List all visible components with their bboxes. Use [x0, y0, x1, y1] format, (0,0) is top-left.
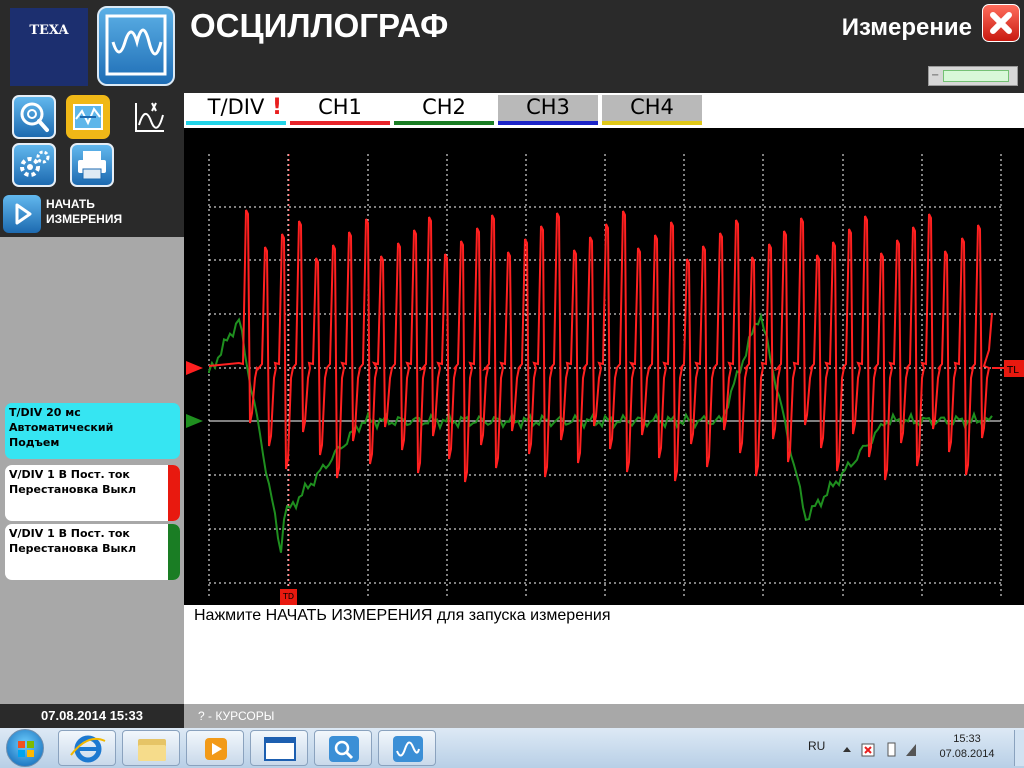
tray-clock[interactable]: 15:33 07.08.2014 — [924, 732, 1010, 762]
sidebar: НАЧАТЬ ИЗМЕРЕНИЯ T/DIV 20 мс Автоматичес… — [0, 93, 184, 704]
taskbar-ie-button[interactable] — [58, 730, 116, 766]
measure-tool-button[interactable] — [128, 95, 172, 139]
tab-ch1-label: CH1 — [318, 95, 362, 119]
gear-icon — [20, 150, 50, 177]
ch2-offset-marker[interactable] — [186, 414, 203, 428]
tab-underline — [498, 121, 598, 125]
ch2-color-stripe — [168, 524, 180, 580]
timebase-value: T/DIV 20 мс — [9, 406, 81, 419]
tab-tdiv[interactable]: T/DIV ! — [186, 95, 286, 125]
tab-underline — [186, 121, 286, 125]
printer-icon — [78, 151, 106, 180]
status-message: Нажмите НАЧАТЬ ИЗМЕРЕНИЯ для запуска изм… — [194, 607, 611, 624]
app-header: TEXA ОСЦИЛЛОГРАФ Измерение − — [0, 0, 1024, 93]
ch1-color-stripe — [168, 465, 180, 521]
measure-chart-icon — [135, 102, 164, 132]
taskbar-oscilloscope-button[interactable] — [378, 730, 436, 766]
level-slider-fill — [943, 70, 1009, 82]
tool-row-main — [0, 93, 184, 141]
windows-taskbar: RU 15:33 07.08.2014 — [0, 728, 1024, 768]
oscilloscope-app-icon — [97, 6, 175, 86]
tab-underline — [602, 121, 702, 125]
taskbar-media-player-button[interactable] — [186, 730, 244, 766]
start-measurement-button[interactable]: НАЧАТЬ ИЗМЕРЕНИЯ — [0, 189, 184, 237]
start-measurement-label: НАЧАТЬ ИЗМЕРЕНИЯ — [46, 197, 122, 227]
trigger-delay-marker[interactable]: TD — [280, 589, 297, 605]
cursors-hint: ? - КУРСОРЫ — [198, 709, 275, 723]
tab-tdiv-label: T/DIV — [207, 95, 265, 119]
play-icon — [3, 195, 41, 233]
start-label-line1: НАЧАТЬ — [46, 197, 95, 211]
ch1-trace — [208, 209, 993, 483]
minus-icon: − — [931, 70, 940, 81]
tab-ch2-label: CH2 — [422, 95, 466, 119]
datetime-display: 07.08.2014 15:33 — [0, 704, 184, 728]
texa-logo-text: TEXA — [29, 23, 69, 38]
ch1-card[interactable]: V/DIV 1 В Пост. ток Перестановка Выкл — [5, 465, 180, 521]
app-title: ОСЦИЛЛОГРАФ — [190, 7, 449, 44]
tab-underline — [394, 121, 494, 125]
windows-start-button[interactable] — [6, 729, 44, 767]
ch1-invert: Перестановка Выкл — [9, 483, 137, 496]
tab-ch4[interactable]: CH4 — [602, 95, 702, 125]
level-slider[interactable]: − — [928, 66, 1018, 86]
trigger-level-label: TL — [1006, 365, 1019, 376]
magnifier-icon — [20, 102, 49, 132]
trigger-mode: Автоматический — [9, 421, 114, 434]
oscilloscope-display[interactable]: TL — [184, 128, 1024, 605]
taskbar-explorer-button[interactable] — [122, 730, 180, 766]
language-indicator[interactable]: RU — [808, 739, 825, 753]
show-desktop-button[interactable] — [1014, 730, 1024, 766]
channel-tabs: T/DIV ! CH1 CH2 CH3 CH4 — [184, 93, 1024, 128]
tray-date: 07.08.2014 — [939, 748, 995, 760]
start-label-line2: ИЗМЕРЕНИЯ — [46, 212, 123, 226]
ch1-vdiv: V/DIV 1 В Пост. ток — [9, 468, 130, 481]
ch2-trace — [208, 312, 993, 553]
status-bar: ? - КУРСОРЫ — [184, 704, 1024, 728]
ie-icon — [70, 735, 106, 763]
texa-diagnostic-icon — [329, 736, 359, 762]
taskbar-window-button[interactable] — [250, 730, 308, 766]
timebase-card[interactable]: T/DIV 20 мс Автоматический Подъем — [5, 403, 180, 459]
waveform-tool-button[interactable] — [66, 95, 110, 139]
close-icon — [990, 12, 1012, 34]
window-icon — [264, 737, 296, 761]
oscilloscope-app-icon — [393, 736, 423, 762]
message-panel: Нажмите НАЧАТЬ ИЗМЕРЕНИЯ для запуска изм… — [184, 605, 1024, 704]
trigger-delay-label: TD — [282, 592, 295, 601]
tab-ch2[interactable]: CH2 — [394, 95, 494, 125]
ch2-card[interactable]: V/DIV 1 В Пост. ток Перестановка Выкл — [5, 524, 180, 580]
waveform-icon — [73, 104, 103, 130]
system-tray[interactable] — [840, 740, 920, 758]
battery-icon[interactable] — [887, 742, 896, 757]
explorer-folder-icon — [138, 739, 166, 761]
ch2-invert: Перестановка Выкл — [9, 542, 137, 555]
tab-ch3[interactable]: CH3 — [498, 95, 598, 125]
tray-time: 15:33 — [953, 733, 981, 745]
tab-ch1[interactable]: CH1 — [290, 95, 390, 125]
zoom-tool-button[interactable] — [12, 95, 56, 139]
scope-grid — [208, 154, 1002, 598]
taskbar-texa-diagnostic-button[interactable] — [314, 730, 372, 766]
settings-button[interactable] — [12, 143, 56, 187]
media-player-icon — [205, 738, 227, 760]
tab-underline — [290, 121, 390, 125]
texa-logo: TEXA — [10, 8, 88, 86]
print-button[interactable] — [70, 143, 114, 187]
trigger-slope: Подъем — [9, 436, 60, 449]
mode-label: Измерение — [841, 14, 972, 41]
windows-logo-icon — [18, 741, 34, 757]
tab-ch3-label: CH3 — [526, 95, 570, 119]
network-icon[interactable] — [906, 744, 916, 756]
ch2-vdiv: V/DIV 1 В Пост. ток — [9, 527, 130, 540]
ch1-offset-marker[interactable] — [186, 361, 203, 375]
tool-row-secondary — [0, 141, 184, 189]
close-button[interactable] — [982, 4, 1020, 42]
alert-icon: ! — [272, 95, 283, 120]
tray-expand-icon[interactable] — [843, 747, 851, 752]
tab-ch4-label: CH4 — [630, 95, 674, 119]
